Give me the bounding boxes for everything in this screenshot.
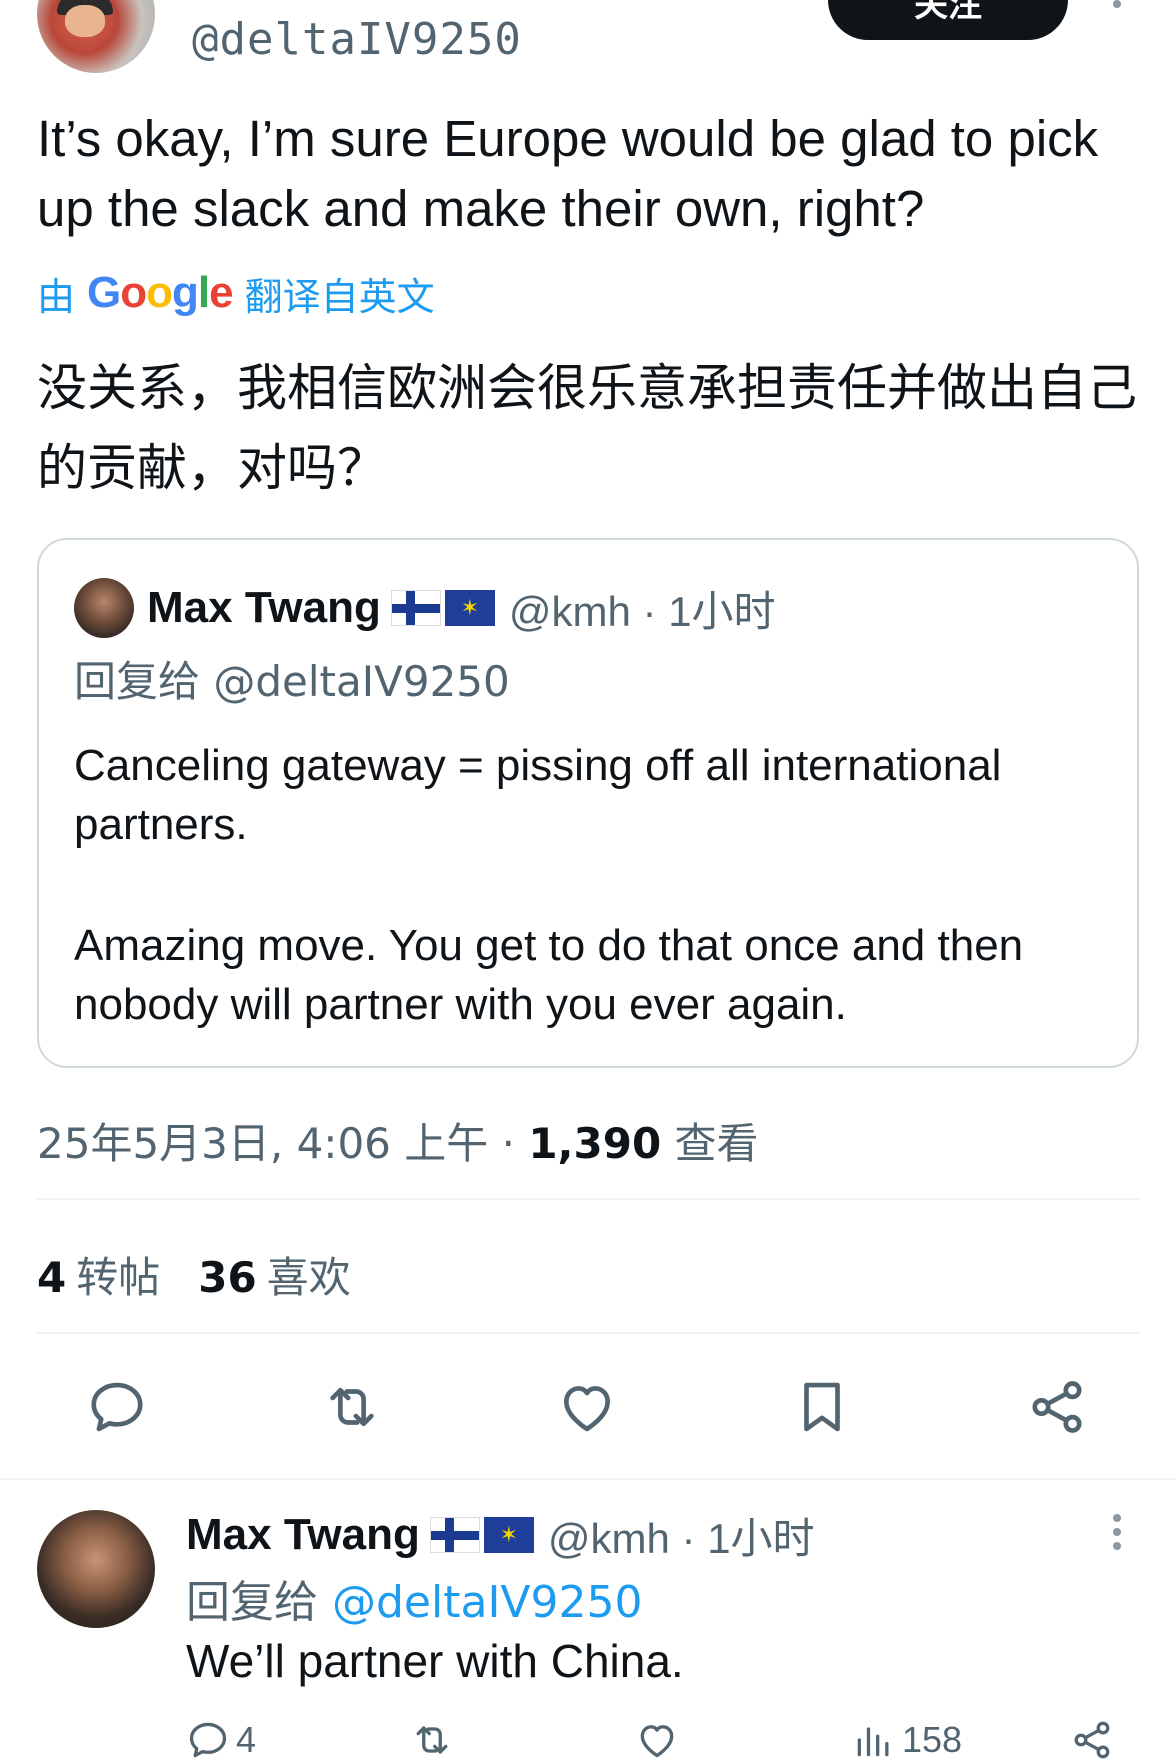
- like-icon: [640, 1725, 674, 1758]
- quote-header: Max Twang @kmh · 1小时: [147, 576, 776, 640]
- reply-count: 4: [236, 1719, 257, 1760]
- reply-like-action[interactable]: [635, 1718, 679, 1762]
- finland-flag-icon: [390, 590, 441, 626]
- author-handle[interactable]: @deltaIV9250: [192, 14, 522, 65]
- reply-header: Max Twang @kmh · 1小时: [186, 1502, 815, 1568]
- likes-label: 喜欢: [266, 1253, 351, 1302]
- reply-text: We’ll partner with China.: [186, 1635, 684, 1687]
- reply-handle-time: @kmh · 1小时: [547, 1514, 815, 1562]
- tweet-meta: 25年5月3日, 4:06 上午 · 1,390 查看: [37, 1110, 759, 1171]
- reply-icon[interactable]: [82, 1372, 152, 1442]
- reply-author-name[interactable]: Max Twang: [186, 1510, 420, 1560]
- tweet-timestamp[interactable]: 25年5月3日, 4:06 上午 ·: [37, 1119, 528, 1168]
- likes-stat[interactable]: 36 喜欢: [198, 1244, 350, 1305]
- views-icon: [857, 1727, 889, 1757]
- reply-icon: [189, 1722, 227, 1758]
- eu-flag-icon: [483, 1517, 534, 1553]
- reply-action-bar: 4 158: [0, 1710, 1176, 1764]
- share-icon: [1074, 1721, 1110, 1759]
- reposts-stat[interactable]: 4 转帖: [37, 1244, 160, 1305]
- views-label: 查看: [661, 1119, 759, 1168]
- engagement-stats: 4 转帖 36 喜欢: [37, 1244, 351, 1305]
- author-avatar[interactable]: [37, 0, 155, 73]
- google-logo: Google: [87, 268, 234, 317]
- bookmark-icon[interactable]: [787, 1372, 857, 1442]
- quote-reply-to: 回复给 @deltaIV9250: [74, 657, 510, 706]
- repost-icon[interactable]: [317, 1372, 387, 1442]
- reposts-count: 4: [37, 1253, 67, 1302]
- section-divider: [0, 1478, 1176, 1480]
- divider: [37, 1198, 1139, 1200]
- tweet-text: It’s okay, I’m sure Europe would be glad…: [37, 110, 1099, 237]
- reply-to-line: 回复给 @deltaIV9250: [186, 1566, 643, 1630]
- avatar-face-shape: [65, 5, 105, 37]
- reply-share-action[interactable]: [1070, 1718, 1114, 1762]
- quote-handle-time: @kmh · 1小时: [508, 587, 776, 635]
- eu-flag-icon: [444, 590, 495, 626]
- reply-views-action[interactable]: 158: [852, 1718, 962, 1762]
- reply-to-prefix: 回复给: [186, 1577, 332, 1628]
- quote-body: Canceling gateway = pissing off all inte…: [74, 736, 1104, 1034]
- reply-mention-link[interactable]: @deltaIV9250: [332, 1577, 643, 1628]
- quote-paragraph: Canceling gateway = pissing off all inte…: [74, 741, 1002, 849]
- reply-repost-action[interactable]: [410, 1718, 454, 1762]
- quote-author-name: Max Twang: [147, 583, 381, 632]
- reply-views-count: 158: [902, 1719, 963, 1760]
- reply-more-options-icon[interactable]: [1102, 1514, 1132, 1554]
- quote-author-avatar: [74, 578, 134, 638]
- flag-emojis: [429, 1517, 534, 1553]
- reply-author-avatar[interactable]: [37, 1510, 155, 1628]
- follow-button[interactable]: 关注: [828, 0, 1068, 40]
- translation-attribution[interactable]: 由 Google 翻译自英文: [37, 268, 435, 319]
- more-options-icon[interactable]: [1102, 0, 1132, 26]
- finland-flag-icon: [429, 1517, 480, 1553]
- translate-by-label: 由: [37, 274, 76, 319]
- divider: [37, 1332, 1139, 1334]
- tweet-action-bar: [0, 1360, 1176, 1450]
- reposts-label: 转帖: [76, 1253, 161, 1302]
- share-icon[interactable]: [1022, 1372, 1092, 1442]
- repost-icon: [416, 1726, 448, 1754]
- translated-tweet-text: 没关系，我相信欧洲会很乐意承担责任并做出自己的贡献，对吗？: [37, 359, 1137, 497]
- reply-reply-action[interactable]: 4: [186, 1718, 256, 1762]
- quote-paragraph: Amazing move. You get to do that once an…: [74, 921, 1024, 1029]
- like-icon[interactable]: [552, 1372, 622, 1442]
- flag-emojis: [390, 590, 495, 626]
- views-count: 1,390: [528, 1119, 662, 1168]
- quoted-tweet-card[interactable]: Max Twang @kmh · 1小时 回复给 @deltaIV9250 Ca…: [37, 538, 1139, 1068]
- translate-source-label: 翻译自英文: [244, 274, 435, 319]
- likes-count: 36: [198, 1253, 257, 1302]
